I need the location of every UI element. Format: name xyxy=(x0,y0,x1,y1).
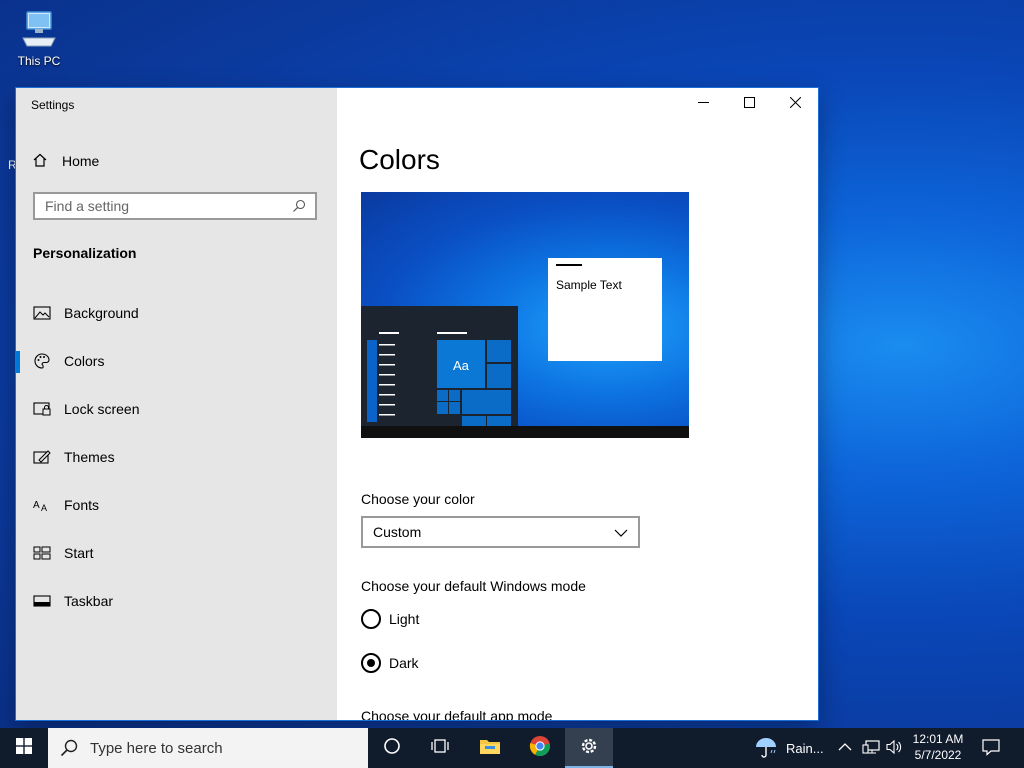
sidebar-item-label: Start xyxy=(64,545,94,561)
choose-color-label: Choose your color xyxy=(361,491,475,507)
clock[interactable]: 12:01 AM 5/7/2022 xyxy=(906,731,970,763)
radio-circle[interactable] xyxy=(361,653,381,673)
weather-widget[interactable]: Rain... xyxy=(754,728,824,768)
desktop-icon-this-pc[interactable]: This PC xyxy=(12,8,66,68)
choose-color-dropdown[interactable]: Custom xyxy=(361,516,640,548)
home-label: Home xyxy=(62,153,100,169)
sidebar-item-lock-screen[interactable]: Lock screen xyxy=(16,389,337,429)
preview-taskbar xyxy=(361,426,689,438)
sidebar-item-start[interactable]: Start xyxy=(16,533,337,573)
network-tray-button[interactable] xyxy=(862,728,880,768)
rain-umbrella-icon xyxy=(754,736,778,761)
sidebar-item-label: Lock screen xyxy=(64,401,140,417)
lock-screen-icon xyxy=(33,400,51,418)
notification-icon xyxy=(982,738,1000,759)
settings-sidebar: Settings Home Personalization Background xyxy=(16,88,337,720)
network-icon xyxy=(862,739,880,758)
fonts-icon: AA xyxy=(33,496,51,514)
sidebar-item-fonts[interactable]: AA Fonts xyxy=(16,485,337,525)
clock-date: 5/7/2022 xyxy=(914,748,962,762)
settings-icon xyxy=(579,736,599,761)
sidebar-item-taskbar[interactable]: Taskbar xyxy=(16,581,337,621)
sidebar-item-home[interactable]: Home xyxy=(32,150,99,172)
sidebar-item-label: Colors xyxy=(64,353,105,369)
file-explorer-button[interactable] xyxy=(466,728,514,768)
sidebar-item-label: Taskbar xyxy=(64,593,114,609)
preview-tile-text: Aa xyxy=(453,358,469,373)
preview-start-sidebar xyxy=(367,340,377,422)
preview-start-lines xyxy=(379,332,399,416)
file-explorer-icon xyxy=(479,737,501,760)
windows-mode-label: Choose your default Windows mode xyxy=(361,578,586,594)
sidebar-item-label: Background xyxy=(64,305,139,321)
action-center-button[interactable] xyxy=(982,728,1000,768)
taskbar-search-placeholder: Type here to search xyxy=(90,739,223,757)
chrome-icon xyxy=(529,735,551,762)
taskbar-icon xyxy=(33,592,51,610)
radio-label: Dark xyxy=(389,655,419,671)
preview-sample-titlebar xyxy=(556,264,582,266)
chrome-button[interactable] xyxy=(516,728,564,768)
svg-text:A: A xyxy=(41,503,47,513)
sidebar-item-label: Themes xyxy=(64,449,115,465)
find-setting-search-box[interactable] xyxy=(33,192,317,220)
window-title: Settings xyxy=(31,98,75,112)
start-button[interactable] xyxy=(0,728,48,768)
themes-icon xyxy=(33,448,51,466)
show-hidden-icons-button[interactable] xyxy=(838,728,852,768)
palette-icon xyxy=(33,352,51,370)
app-mode-label: Choose your default app mode xyxy=(361,708,553,720)
preview-start-tiles xyxy=(437,332,511,426)
section-title-personalization: Personalization xyxy=(33,245,137,261)
cortana-button[interactable] xyxy=(368,728,416,768)
chevron-down-icon xyxy=(614,524,628,540)
color-preview-image: Aa Sample Text xyxy=(361,192,689,438)
cortana-icon xyxy=(383,737,401,760)
task-view-button[interactable] xyxy=(416,728,464,768)
desktop-icon-label: This PC xyxy=(17,54,61,68)
weather-text: Rain... xyxy=(786,740,824,756)
settings-taskbar-button[interactable] xyxy=(565,728,613,768)
search-icon[interactable] xyxy=(289,199,309,213)
preview-start-menu: Aa xyxy=(361,306,518,426)
volume-tray-button[interactable] xyxy=(886,728,904,768)
taskbar-search-box[interactable]: Type here to search xyxy=(48,728,368,768)
find-setting-input[interactable] xyxy=(35,197,289,215)
windows-mode-light-radio[interactable]: Light xyxy=(361,609,419,629)
svg-text:A: A xyxy=(33,500,40,511)
chevron-up-icon xyxy=(838,741,852,755)
home-icon xyxy=(32,152,48,171)
choose-color-value: Custom xyxy=(373,524,422,540)
sidebar-item-background[interactable]: Background xyxy=(16,293,337,333)
search-icon xyxy=(60,739,82,757)
start-icon xyxy=(33,544,51,562)
task-view-icon xyxy=(431,738,449,759)
radio-label: Light xyxy=(389,611,420,627)
speaker-icon xyxy=(886,739,904,758)
clock-time: 12:01 AM xyxy=(912,732,964,746)
preview-sample-window: Sample Text xyxy=(548,258,662,361)
windows-mode-dark-radio[interactable]: Dark xyxy=(361,653,419,673)
sidebar-item-colors[interactable]: Colors xyxy=(16,341,337,381)
preview-sample-text: Sample Text xyxy=(556,278,622,292)
radio-circle[interactable] xyxy=(361,609,381,629)
picture-icon xyxy=(33,304,51,322)
sidebar-item-label: Fonts xyxy=(64,497,100,513)
settings-window: Settings Home Personalization Background xyxy=(16,88,818,720)
computer-icon xyxy=(17,8,61,52)
sidebar-item-themes[interactable]: Themes xyxy=(16,437,337,477)
colors-page: Colors Aa Sample Text Choose your color … xyxy=(337,88,818,720)
taskbar: Type here to search Rain... 12:01 AM 5/7… xyxy=(0,728,1024,768)
windows-logo-icon xyxy=(16,737,32,759)
page-title: Colors xyxy=(359,144,440,175)
